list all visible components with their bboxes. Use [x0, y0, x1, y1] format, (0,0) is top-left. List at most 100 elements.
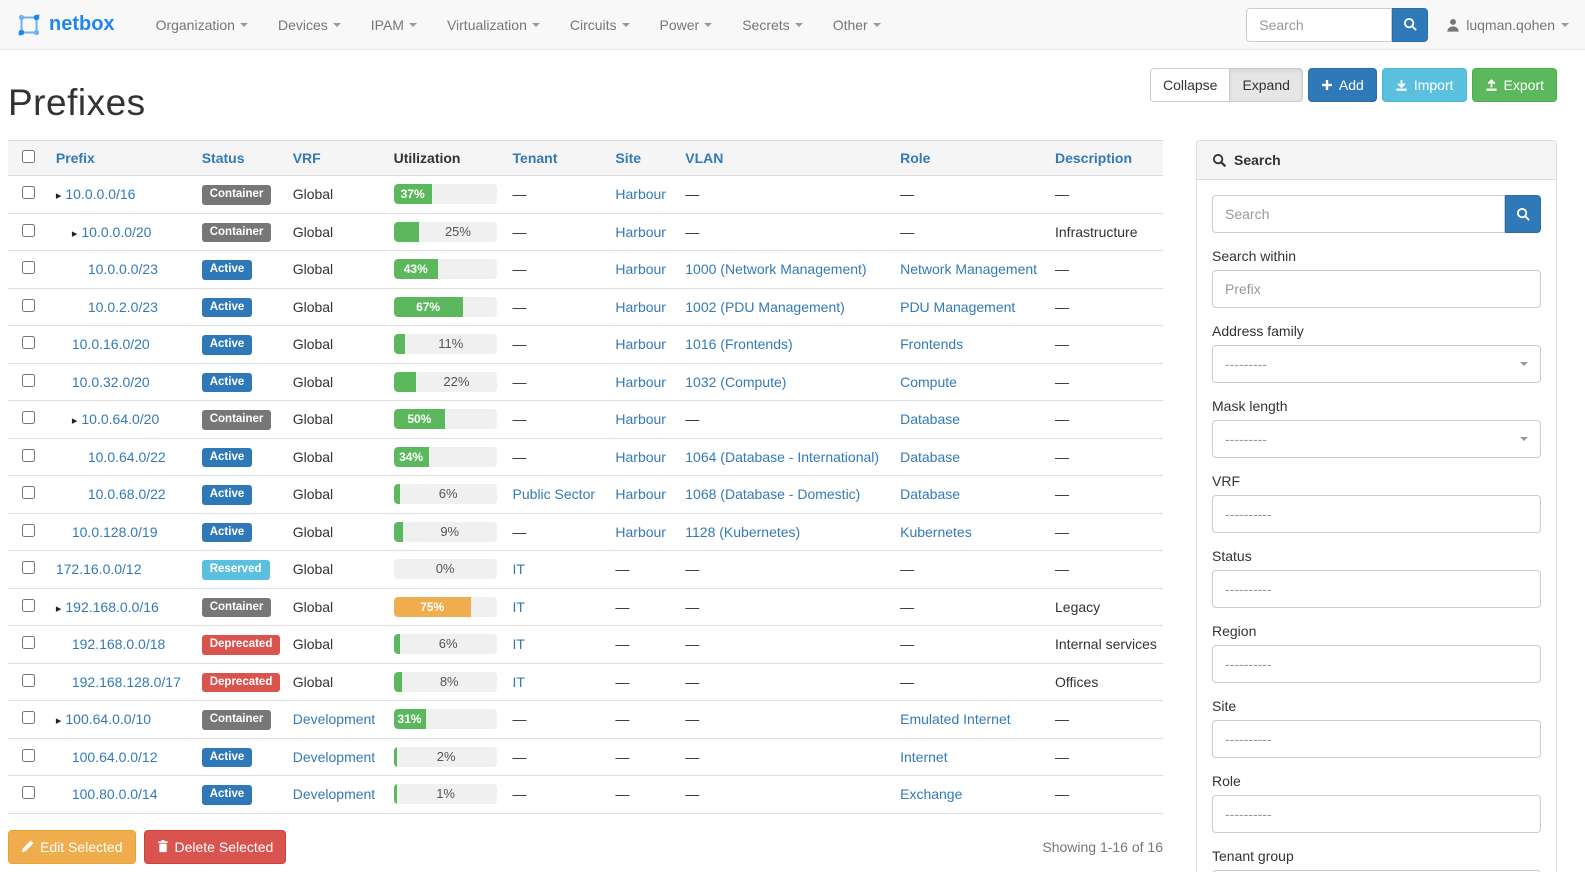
row-checkbox[interactable]: [22, 674, 35, 687]
expand-caret-icon: ▸: [56, 715, 62, 727]
column-header-site[interactable]: Site: [609, 141, 679, 176]
nav-menu-power[interactable]: Power: [645, 0, 728, 49]
filter-multi-status[interactable]: ----------: [1212, 570, 1541, 608]
prefix-link[interactable]: 10.0.64.0/20: [81, 411, 159, 427]
table-row: 10.0.128.0/19 Active Global 9% — Harbour…: [8, 513, 1163, 551]
page-title: Prefixes: [8, 82, 146, 124]
filter-multi-role[interactable]: ----------: [1212, 795, 1541, 833]
site-cell: Harbour: [609, 513, 679, 551]
prefix-link[interactable]: 192.168.128.0/17: [72, 674, 181, 690]
prefix-link[interactable]: 100.64.0.0/12: [72, 749, 158, 765]
prefix-link[interactable]: 10.0.128.0/19: [72, 524, 158, 540]
navbar-search-input[interactable]: [1246, 8, 1392, 42]
prefix-link[interactable]: 10.0.0.0/23: [88, 261, 158, 277]
column-header-status[interactable]: Status: [196, 141, 287, 176]
import-button[interactable]: Import: [1382, 68, 1467, 102]
select-all-checkbox[interactable]: [22, 150, 35, 163]
row-checkbox[interactable]: [22, 224, 35, 237]
row-checkbox[interactable]: [22, 336, 35, 349]
prefix-link[interactable]: 10.0.68.0/22: [88, 486, 166, 502]
prefix-link[interactable]: 10.0.2.0/23: [88, 299, 158, 315]
row-checkbox[interactable]: [22, 374, 35, 387]
prefix-link[interactable]: 100.80.0.0/14: [72, 786, 158, 802]
prefix-link[interactable]: 10.0.16.0/20: [72, 336, 150, 352]
row-checkbox[interactable]: [22, 299, 35, 312]
status-badge: Container: [202, 223, 272, 243]
search-panel-title: Search: [1234, 152, 1281, 168]
column-header-vlan[interactable]: VLAN: [679, 141, 894, 176]
table-row: 10.0.32.0/20 Active Global 22% — Harbour…: [8, 363, 1163, 401]
add-button[interactable]: Add: [1308, 68, 1377, 102]
prefix-link[interactable]: 172.16.0.0/12: [56, 561, 142, 577]
prefix-link[interactable]: 10.0.0.0/16: [65, 186, 135, 202]
role-cell: —: [894, 588, 1049, 626]
filter-label-site: Site: [1212, 698, 1541, 714]
vlan-cell: —: [679, 663, 894, 701]
vlan-cell: 1016 (Frontends): [679, 326, 894, 364]
nav-menu-other[interactable]: Other: [818, 0, 896, 49]
row-checkbox[interactable]: [22, 449, 35, 462]
nav-menu-virtualization[interactable]: Virtualization: [432, 0, 555, 49]
nav-menu-circuits[interactable]: Circuits: [555, 0, 645, 49]
column-header-description[interactable]: Description: [1049, 141, 1163, 176]
table-row: 10.0.0.0/23 Active Global 43% — Harbour …: [8, 251, 1163, 289]
description-cell: —: [1049, 401, 1163, 439]
row-checkbox[interactable]: [22, 411, 35, 424]
nav-menu-ipam[interactable]: IPAM: [356, 0, 432, 49]
status-badge: Container: [202, 710, 272, 730]
column-header-role[interactable]: Role: [894, 141, 1049, 176]
vlan-cell: —: [679, 551, 894, 589]
filter-input-search-within[interactable]: [1225, 281, 1528, 297]
prefix-link[interactable]: 192.168.0.0/16: [65, 599, 158, 615]
column-header-vrf[interactable]: VRF: [287, 141, 388, 176]
description-cell: —: [1049, 363, 1163, 401]
utilization-bar: 75%: [394, 597, 497, 617]
row-checkbox[interactable]: [22, 749, 35, 762]
row-checkbox[interactable]: [22, 186, 35, 199]
column-header-tenant[interactable]: Tenant: [507, 141, 610, 176]
filter-label-address-family: Address family: [1212, 323, 1541, 339]
delete-selected-button[interactable]: Delete Selected: [144, 830, 287, 864]
nav-menu-secrets[interactable]: Secrets: [727, 0, 817, 49]
row-checkbox[interactable]: [22, 711, 35, 724]
export-button[interactable]: Export: [1472, 68, 1557, 102]
filter-multi-region[interactable]: ----------: [1212, 645, 1541, 683]
filter-select-address-family[interactable]: ---------: [1212, 345, 1541, 383]
prefix-link[interactable]: 192.168.0.0/18: [72, 636, 165, 652]
row-checkbox[interactable]: [22, 261, 35, 274]
tenant-cell: IT: [507, 551, 610, 589]
vlan-cell: —: [679, 401, 894, 439]
navbar-search-button[interactable]: [1392, 8, 1428, 42]
prefix-link[interactable]: 10.0.32.0/20: [72, 374, 150, 390]
user-menu[interactable]: luqman.qohen: [1446, 17, 1569, 33]
row-checkbox[interactable]: [22, 524, 35, 537]
netbox-brand[interactable]: netbox: [16, 12, 115, 38]
column-header-prefix[interactable]: Prefix: [50, 141, 196, 176]
row-checkbox[interactable]: [22, 561, 35, 574]
filter-group-address-family: Address family ---------: [1212, 323, 1541, 383]
filter-search-button[interactable]: [1505, 195, 1541, 233]
vrf-cell: Development: [287, 776, 388, 814]
collapse-button[interactable]: Collapse: [1150, 68, 1230, 102]
filter-multi-vrf[interactable]: ----------: [1212, 495, 1541, 533]
filter-select-mask-length[interactable]: ---------: [1212, 420, 1541, 458]
prefix-link[interactable]: 10.0.0.0/20: [81, 224, 151, 240]
filter-multi-site[interactable]: ----------: [1212, 720, 1541, 758]
nav-menu-devices[interactable]: Devices: [263, 0, 356, 49]
vlan-cell: —: [679, 776, 894, 814]
status-badge: Active: [202, 335, 253, 355]
row-checkbox[interactable]: [22, 599, 35, 612]
filter-search-input[interactable]: [1212, 195, 1505, 233]
table-row: 10.0.64.0/22 Active Global 34% — Harbour…: [8, 438, 1163, 476]
chevron-down-icon: [704, 23, 712, 27]
edit-selected-button[interactable]: Edit Selected: [8, 830, 136, 864]
prefix-link[interactable]: 10.0.64.0/22: [88, 449, 166, 465]
prefix-link[interactable]: 100.64.0.0/10: [65, 711, 151, 727]
nav-menu-organization[interactable]: Organization: [141, 0, 263, 49]
row-checkbox[interactable]: [22, 786, 35, 799]
row-checkbox[interactable]: [22, 486, 35, 499]
expand-button[interactable]: Expand: [1229, 68, 1302, 102]
vlan-cell: 1128 (Kubernetes): [679, 513, 894, 551]
filter-input-search-within[interactable]: [1212, 270, 1541, 308]
row-checkbox[interactable]: [22, 636, 35, 649]
